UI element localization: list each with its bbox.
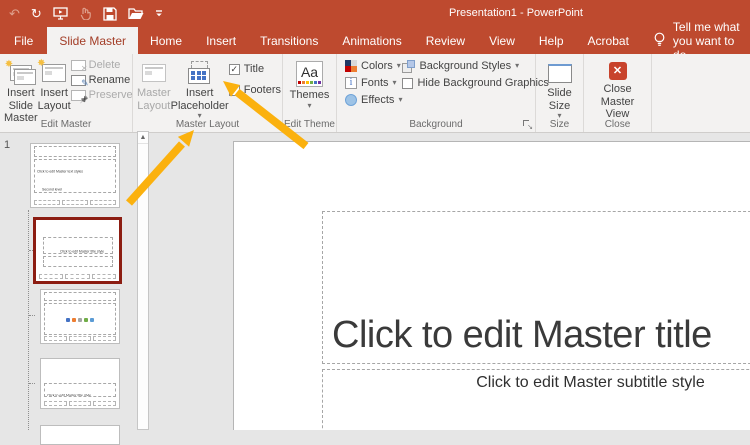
colors-button[interactable]: Colors ▾ [345, 58, 402, 74]
delete-button[interactable]: Delete [71, 59, 133, 71]
tab-transitions[interactable]: Transitions [248, 27, 330, 54]
thumbnail-master-slide[interactable]: Click to edit Master title style Click t… [30, 143, 120, 208]
insert-layout-button[interactable]: ✸ Insert Layout [38, 57, 71, 125]
fonts-icon: i [345, 77, 357, 89]
tab-file[interactable]: File [0, 27, 47, 54]
preserve-button[interactable]: Preserve [71, 89, 133, 101]
footers-checkbox-box: ✓ [229, 85, 240, 96]
colors-caret-icon: ▾ [397, 62, 401, 70]
thumbnail-section-header-layout[interactable]: Click to edit Master title style [40, 358, 120, 409]
connector-stub [29, 315, 35, 316]
layout-connector-line [28, 210, 29, 430]
title-bar: ↶ ↻ Presentation1 - PowerPoint [0, 0, 750, 27]
quick-access-toolbar: ↶ ↻ [0, 7, 163, 21]
lightbulb-icon [653, 32, 666, 50]
effects-icon [345, 94, 357, 106]
rename-icon [71, 75, 86, 86]
undo-icon[interactable]: ↶ [9, 7, 20, 20]
start-from-beginning-icon[interactable] [53, 7, 68, 20]
preserve-icon [71, 90, 86, 101]
redo-icon[interactable]: ↻ [31, 7, 42, 20]
fonts-caret-icon: ▾ [393, 79, 397, 87]
group-label-edit-master: Edit Master [0, 119, 132, 130]
tab-slide-master[interactable]: Slide Master [47, 27, 138, 54]
content-placeholder-icons [66, 318, 94, 322]
group-label-size: Size [536, 119, 583, 130]
slide-size-icon [548, 59, 572, 87]
slide-number-label: 1 [4, 139, 10, 151]
fonts-button[interactable]: i Fonts ▾ [345, 75, 402, 91]
insert-placeholder-button[interactable]: Insert Placeholder ▾ [171, 57, 229, 120]
tab-home[interactable]: Home [138, 27, 194, 54]
touch-mouse-mode-icon[interactable] [79, 7, 92, 20]
hide-background-graphics-checkbox-box [402, 78, 413, 89]
insert-layout-icon: ✸ [42, 59, 66, 87]
thumbnail-panel-scrollbar[interactable]: ▲ [137, 131, 149, 430]
colors-icon [345, 60, 357, 72]
group-label-master-layout: Master Layout [133, 119, 282, 130]
master-layout-icon [142, 59, 166, 87]
group-label-close: Close [584, 119, 651, 130]
open-folder-icon[interactable] [128, 7, 144, 20]
subtitle-placeholder[interactable]: Click to edit Master subtitle style [322, 369, 750, 430]
ribbon-tab-bar: File Slide Master Home Insert Transition… [0, 27, 750, 54]
rename-button[interactable]: Rename [71, 74, 133, 86]
slide-editing-canvas[interactable]: Click to edit Master title Click to edit… [233, 141, 750, 430]
tab-insert[interactable]: Insert [194, 27, 248, 54]
title-checkbox[interactable]: ✓ Title [229, 63, 281, 75]
tab-help[interactable]: Help [527, 27, 576, 54]
themes-button[interactable]: Aa Themes ▾ [287, 57, 332, 110]
group-edit-theme: Aa Themes ▾ Edit Theme [283, 54, 337, 132]
slide-title-text: Click to edit Master title [332, 314, 712, 357]
save-icon[interactable] [103, 7, 117, 21]
insert-placeholder-icon [187, 59, 213, 87]
window-title: Presentation1 - PowerPoint [449, 7, 583, 19]
group-label-edit-theme: Edit Theme [283, 119, 336, 130]
tell-me-box[interactable]: Tell me what you want to do [643, 27, 750, 54]
group-master-layout: Master Layout Insert Placeholder ▾ ✓ Tit… [133, 54, 283, 132]
customize-quick-access-toolbar-icon[interactable] [155, 9, 163, 19]
slide-size-button[interactable]: Slide Size ▾ [540, 57, 579, 120]
ribbon: ✸ Insert Slide Master ✸ Insert Layout De… [0, 54, 750, 133]
tab-acrobat[interactable]: Acrobat [576, 27, 641, 54]
insert-slide-master-icon: ✸ [10, 59, 32, 87]
master-layout-button[interactable]: Master Layout [137, 57, 171, 120]
background-styles-icon [402, 60, 415, 73]
hide-background-graphics-checkbox[interactable]: Hide Background Graphics [402, 75, 548, 91]
group-edit-master: ✸ Insert Slide Master ✸ Insert Layout De… [0, 54, 133, 132]
slide-subtitle-text: Click to edit Master subtitle style [476, 374, 705, 391]
background-styles-caret-icon: ▾ [515, 62, 519, 70]
effects-button[interactable]: Effects ▾ [345, 92, 402, 108]
tab-review[interactable]: Review [414, 27, 477, 54]
insert-slide-master-button[interactable]: ✸ Insert Slide Master [4, 57, 38, 125]
title-checkbox-box: ✓ [229, 64, 240, 75]
close-master-view-icon: ✕ [609, 59, 627, 83]
group-size: Slide Size ▾ Size [536, 54, 584, 132]
thumbnail-title-content-layout[interactable]: Click to edit Master title style [40, 289, 120, 344]
tab-animations[interactable]: Animations [330, 27, 413, 54]
footers-checkbox[interactable]: ✓ Footers [229, 84, 281, 96]
background-dialog-launcher-icon[interactable] [523, 120, 532, 129]
connector-stub [29, 383, 35, 384]
group-label-background: Background [337, 119, 535, 130]
themes-icon: Aa [296, 59, 323, 89]
thumbnail-title-slide-layout-selected[interactable]: Click to edit Master title style Click t… [33, 217, 122, 284]
background-styles-button[interactable]: Background Styles ▾ [402, 58, 548, 74]
group-background: Colors ▾ i Fonts ▾ Effects ▾ Background [337, 54, 536, 132]
scrollbar-up-arrow-icon[interactable]: ▲ [138, 132, 148, 144]
group-close: ✕ Close Master View Close [584, 54, 652, 132]
themes-dropdown-caret-icon: ▾ [307, 102, 311, 110]
title-placeholder[interactable]: Click to edit Master title [322, 211, 750, 364]
close-master-view-button[interactable]: ✕ Close Master View [588, 57, 647, 121]
thumbnail-two-content-layout[interactable] [40, 425, 120, 445]
delete-icon [71, 60, 86, 71]
tab-view[interactable]: View [477, 27, 527, 54]
